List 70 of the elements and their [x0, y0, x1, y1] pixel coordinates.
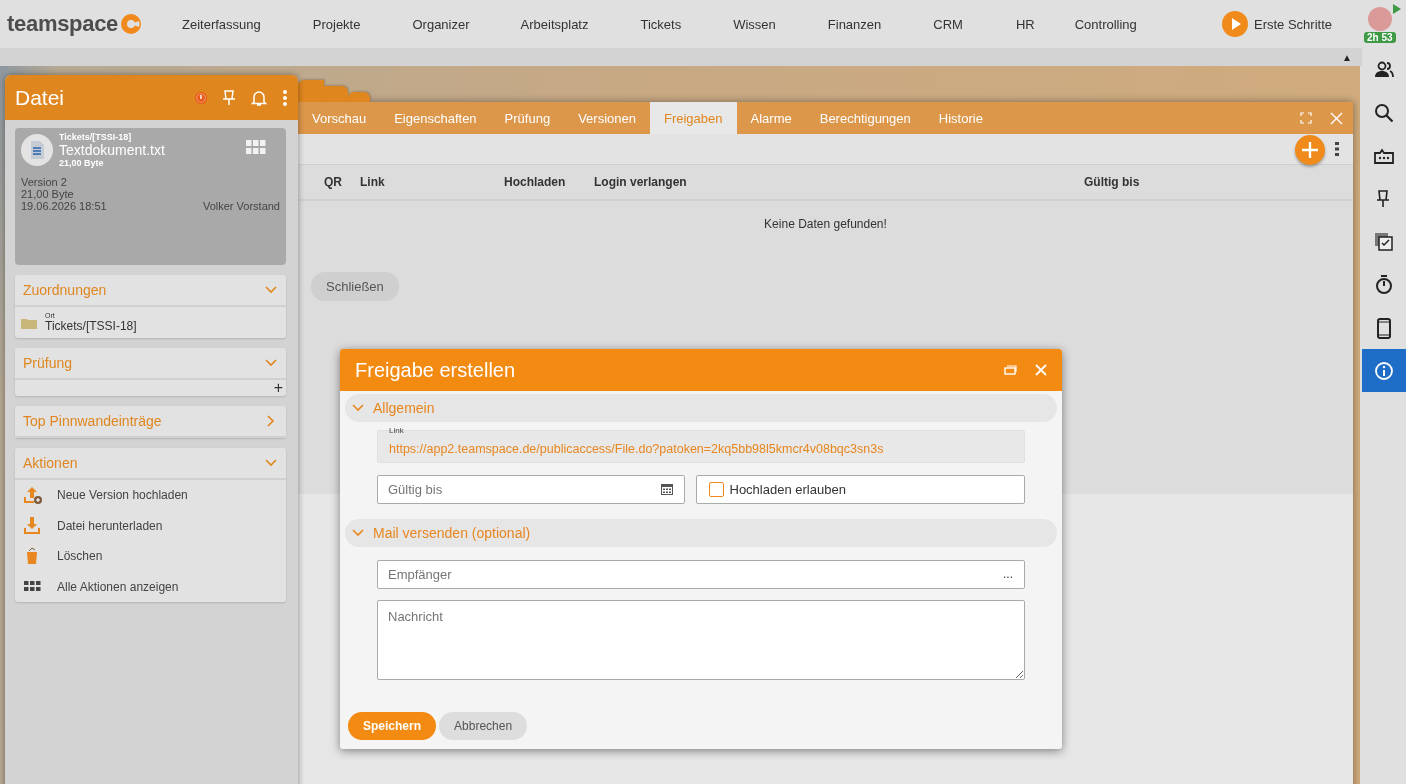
checkbox-label: Hochladen erlauben	[729, 482, 846, 497]
action-item[interactable]: Datei herunterladen	[15, 510, 286, 541]
field-value: Tickets/[TSSI-18]	[45, 319, 137, 333]
checkbox[interactable]	[708, 482, 724, 497]
empty-message: Keine Daten gefunden!	[763, 216, 888, 233]
file-author: Volker Vorstand	[202, 200, 280, 212]
nav-link[interactable]: Organizer	[412, 16, 470, 32]
info-icon	[1373, 359, 1395, 382]
file-path: Tickets/[TSSI-18]	[59, 132, 133, 142]
bell-icon[interactable]	[250, 88, 268, 107]
alert-icon[interactable]	[194, 90, 208, 105]
more-button[interactable]: ...	[1003, 567, 1013, 581]
folder-icon	[21, 316, 37, 329]
nav-link[interactable]: Projekte	[312, 16, 361, 32]
add-button[interactable]: +	[270, 380, 286, 396]
message-field[interactable]: Nachricht	[377, 600, 1025, 680]
field-value: https://app2.teamspace.de/publicaccess/File.do?patoken=2kq5bb98l5kmcr4v08bqc3sn3s	[389, 442, 885, 456]
document-icon	[28, 140, 46, 160]
calendar-icon[interactable]	[660, 484, 673, 495]
action-item[interactable]: Alle Aktionen anzeigen	[15, 571, 286, 602]
plus-icon	[1301, 141, 1319, 159]
nav-link[interactable]: CRM	[933, 16, 963, 32]
play-icon	[1221, 11, 1248, 37]
more-icon[interactable]	[1335, 141, 1339, 157]
file-size: 21,00 Byte	[59, 158, 105, 168]
checkbox-icon	[1373, 230, 1395, 253]
logo-icon	[120, 13, 143, 35]
help-button[interactable]: Erste Schritte	[1221, 11, 1332, 37]
action-item[interactable]: Neue Version hochladen	[15, 480, 286, 511]
panel-title: Datei	[15, 85, 66, 110]
file-name: Textdokument.txt	[59, 142, 166, 158]
nav-link[interactable]: HR	[1015, 16, 1035, 32]
close-icon[interactable]	[1330, 111, 1343, 125]
column-header: QR	[324, 175, 343, 189]
dialog-title: Freigabe erstellen	[355, 358, 517, 382]
column-header: Gültig bis	[1084, 175, 1141, 189]
link-field[interactable]: Link https://app2.teamspace.de/publicaccess/File.do?patoken=2kq5bb98l5kmcr4v08bqc3sn3s	[377, 430, 1025, 463]
pin-icon[interactable]	[222, 89, 236, 106]
nav-link[interactable]: Tickets	[640, 16, 682, 32]
close-button[interactable]: Schließen	[311, 272, 399, 301]
download-icon	[23, 515, 43, 536]
nav-link[interactable]: Arbeitsplatz	[520, 16, 589, 32]
file-size: 21,00 Byte	[21, 188, 75, 200]
logo: teamspace	[7, 11, 119, 37]
play-icon	[1393, 4, 1401, 14]
add-button[interactable]	[1295, 135, 1325, 165]
nav-link[interactable]: Wissen	[733, 16, 776, 32]
date-field[interactable]: Gültig bis	[377, 475, 685, 504]
timer-badge: 2h 53	[1364, 32, 1396, 43]
cancel-button[interactable]: Abbrechen	[439, 712, 528, 740]
column-header: Link	[360, 175, 386, 189]
action-item[interactable]: Löschen	[15, 541, 286, 572]
file-card[interactable]: Tickets/[TSSI-18] Textdokument.txt 21,00 Byte Version 2 21,00 Byte 19.06.2026 18:51 Volker Vorstand	[15, 128, 286, 265]
nav-link[interactable]: Zeiterfassung	[182, 16, 261, 32]
column-header: Login verlangen	[594, 175, 688, 189]
avatar[interactable]	[1368, 7, 1392, 31]
nav-link[interactable]: Controlling	[1074, 16, 1137, 32]
file-date: 19.06.2026 18:51	[21, 200, 107, 212]
fullscreen-icon[interactable]	[1300, 112, 1312, 124]
grid-icon[interactable]	[246, 140, 266, 154]
column-header: Hochladen	[504, 175, 567, 189]
stopwatch-icon	[1373, 273, 1395, 296]
file-version: Version 2	[21, 176, 68, 188]
restore-icon[interactable]	[1004, 365, 1017, 375]
collapse-toggle[interactable]: ▲	[1342, 51, 1352, 63]
upload-icon	[23, 485, 43, 506]
stacked-window-tab[interactable]	[298, 80, 324, 102]
search-icon	[1373, 101, 1395, 124]
close-icon[interactable]	[1035, 364, 1047, 376]
nav-link[interactable]: Finanzen	[827, 16, 882, 32]
